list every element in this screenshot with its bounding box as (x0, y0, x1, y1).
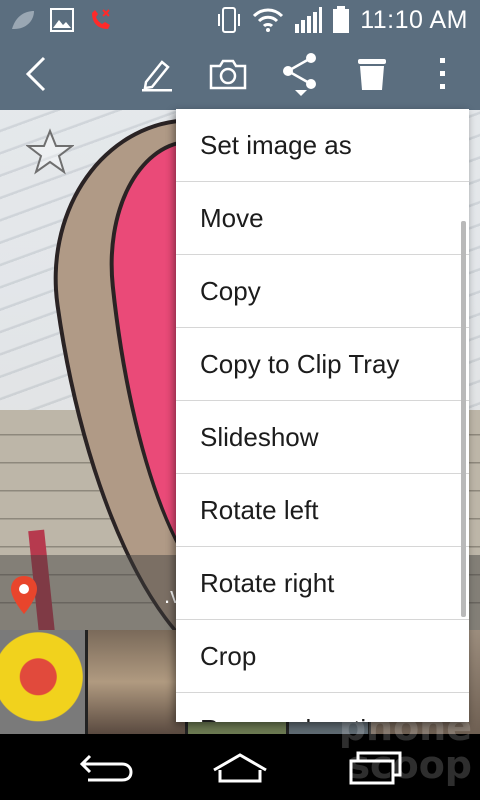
nav-back-icon[interactable] (76, 748, 136, 788)
system-icons: 11:10 AM (216, 6, 468, 34)
menu-item-copy[interactable]: Copy (176, 255, 469, 328)
share-icon[interactable] (280, 53, 320, 96)
notification-icons (10, 7, 114, 33)
menu-item-slideshow[interactable]: Slideshow (176, 401, 469, 474)
missed-call-icon (92, 9, 110, 29)
menu-scrollbar[interactable] (461, 221, 466, 617)
menu-item-copy-to-clip-tray[interactable]: Copy to Clip Tray (176, 328, 469, 401)
menu-item-rotate-right[interactable]: Rotate right (176, 547, 469, 620)
overflow-menu-icon[interactable] (422, 54, 462, 94)
watermark-line-2: scoop (347, 743, 472, 787)
leaf-icon (12, 11, 34, 29)
battery-icon (333, 6, 350, 33)
menu-item-move[interactable]: Move (176, 182, 469, 255)
status-time: 11:10 AM (360, 6, 468, 34)
overflow-popup-menu: Set image as Move Copy Copy to Clip Tray… (176, 109, 469, 722)
vibrate-icon (218, 7, 241, 33)
thumbnail[interactable] (0, 630, 85, 734)
edit-icon[interactable] (136, 54, 176, 94)
thumbnail[interactable] (87, 630, 185, 734)
menu-item-crop[interactable]: Crop (176, 620, 469, 693)
menu-item-set-image-as[interactable]: Set image as (176, 109, 469, 182)
map-pin-icon[interactable] (10, 575, 38, 615)
action-bar (0, 38, 480, 110)
wifi-icon (253, 8, 284, 32)
star-icon[interactable] (26, 128, 74, 176)
back-icon[interactable] (16, 54, 56, 94)
status-bar: 11:10 AM (0, 0, 480, 38)
image-notification-icon (50, 8, 74, 32)
camera-icon[interactable] (208, 54, 248, 94)
nav-home-icon[interactable] (210, 748, 270, 788)
menu-item-rotate-left[interactable]: Rotate left (176, 474, 469, 547)
menu-item-rename-location[interactable]: Rename location (176, 693, 469, 723)
signal-icon (295, 7, 323, 33)
trash-icon[interactable] (352, 54, 392, 94)
